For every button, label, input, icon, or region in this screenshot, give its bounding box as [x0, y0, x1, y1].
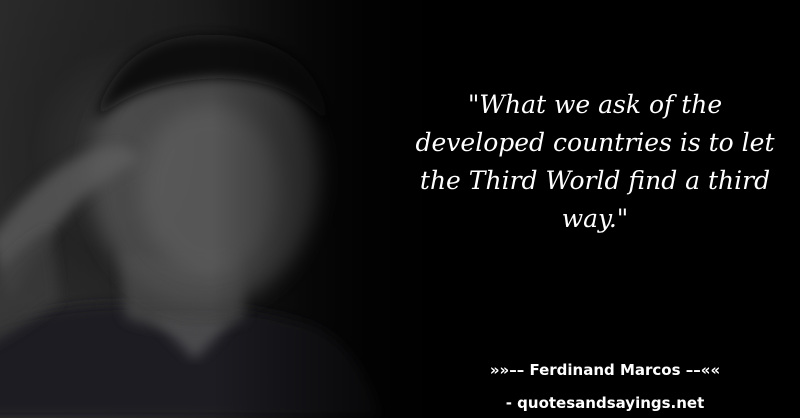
source-attribution: - quotesandsayings.net: [505, 394, 705, 412]
quote-text: "What we ask of the developed countries …: [415, 90, 775, 233]
quote-card: "What we ask of the developed countries …: [0, 0, 800, 418]
author-attribution: »»–– Ferdinand Marcos ––««: [489, 361, 721, 379]
